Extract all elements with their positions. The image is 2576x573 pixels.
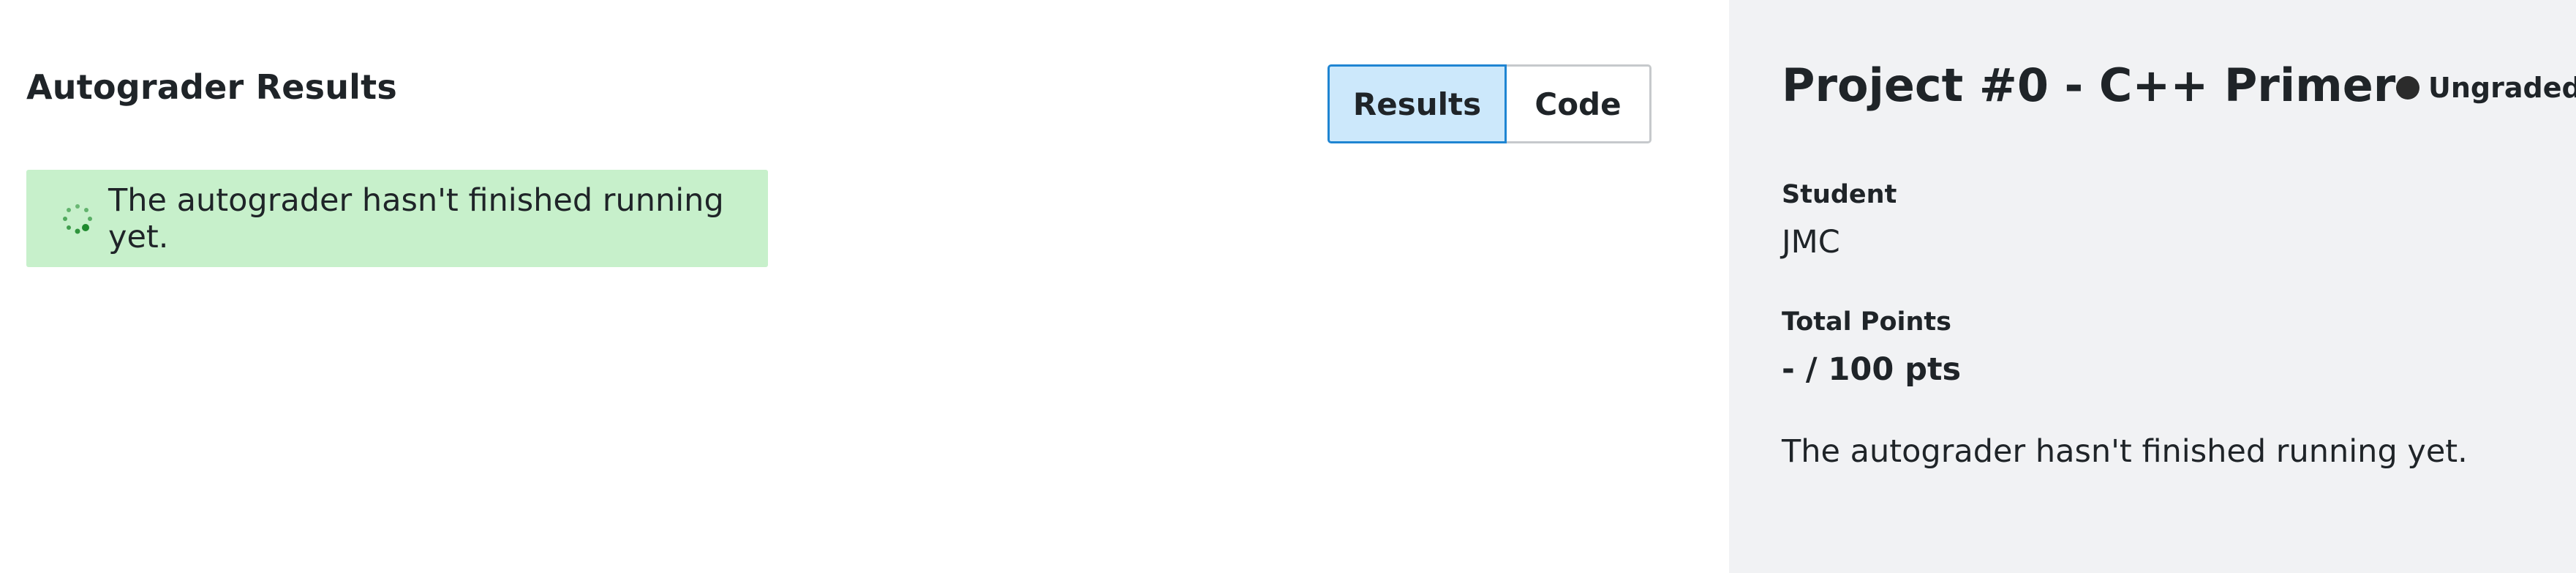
student-label: Student <box>1782 180 1897 209</box>
assignment-title: Project #0 - C++ Primer <box>1782 59 2396 112</box>
loading-spinner-icon <box>63 203 92 233</box>
sidebar-status-message: The autograder hasn't finished running y… <box>1782 433 2468 470</box>
status-dot-icon <box>2396 76 2419 100</box>
section-title: Autograder Results <box>26 67 397 107</box>
autograder-status-alert: The autograder hasn't finished running y… <box>26 170 768 267</box>
submission-sidebar: Project #0 - C++ Primer Ungraded Student… <box>1729 0 2576 573</box>
code-tab-button[interactable]: Code <box>1507 64 1652 143</box>
status-label: Ungraded <box>2428 72 2576 104</box>
alert-message: The autograder hasn't finished running y… <box>108 181 724 255</box>
results-tab-button[interactable]: Results <box>1327 64 1507 143</box>
total-points-value: - / 100 pts <box>1782 351 1962 388</box>
student-name: JMC <box>1782 224 1840 261</box>
page: Autograder Results Results Code The auto… <box>0 0 2576 573</box>
status-badge: Ungraded <box>2396 72 2576 104</box>
view-toggle: Results Code <box>1327 64 1652 143</box>
main-content: Autograder Results Results Code The auto… <box>0 0 1729 573</box>
total-points-label: Total Points <box>1782 307 1951 337</box>
